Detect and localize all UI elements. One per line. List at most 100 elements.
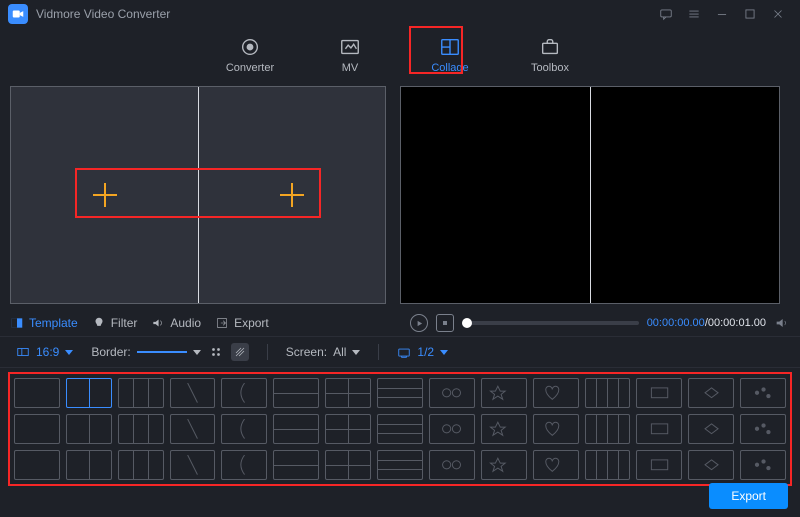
border-label: Border: — [91, 345, 130, 359]
preview-pane — [400, 86, 780, 304]
template-thumbnail[interactable] — [481, 414, 527, 444]
minimize-icon[interactable] — [708, 3, 736, 25]
template-thumbnail[interactable] — [66, 414, 112, 444]
seek-handle[interactable] — [462, 318, 472, 328]
topnav-mv[interactable]: MV — [320, 32, 380, 78]
template-thumbnail[interactable] — [533, 414, 579, 444]
template-thumbnail[interactable] — [377, 450, 423, 480]
tab-label: Filter — [111, 316, 138, 330]
template-thumbnail[interactable] — [740, 414, 786, 444]
chevron-down-icon — [440, 350, 448, 355]
template-thumbnail[interactable] — [636, 450, 682, 480]
export-button[interactable]: Export — [709, 483, 788, 509]
midbar: Template Filter Audio Export 00:00:00.00… — [0, 310, 800, 336]
template-thumbnail[interactable] — [221, 378, 267, 408]
close-icon[interactable] — [764, 3, 792, 25]
template-thumbnail[interactable] — [585, 450, 631, 480]
template-grid-container — [8, 372, 792, 486]
playbar: 00:00:00.00/00:00:01.00 — [410, 314, 790, 332]
page-value: 1/2 — [417, 345, 434, 359]
template-thumbnail[interactable] — [377, 414, 423, 444]
play-button[interactable] — [410, 314, 428, 332]
template-thumbnail[interactable] — [325, 378, 371, 408]
template-thumbnail[interactable] — [325, 450, 371, 480]
chevron-down-icon — [352, 350, 360, 355]
template-thumbnail[interactable] — [688, 378, 734, 408]
template-thumbnail[interactable] — [377, 378, 423, 408]
tab-template[interactable]: Template — [10, 316, 78, 330]
plus-icon — [278, 181, 306, 209]
template-thumbnail[interactable] — [118, 378, 164, 408]
template-thumbnail[interactable] — [118, 450, 164, 480]
template-thumbnail[interactable] — [66, 450, 112, 480]
border-style-preview[interactable] — [137, 351, 187, 353]
tab-audio[interactable]: Audio — [151, 316, 201, 330]
border-pattern-button[interactable] — [231, 343, 249, 361]
midtabs: Template Filter Audio Export — [10, 316, 269, 330]
template-thumbnail[interactable] — [429, 378, 475, 408]
template-thumbnail[interactable] — [585, 378, 631, 408]
template-thumbnail[interactable] — [118, 414, 164, 444]
stop-button[interactable] — [436, 314, 454, 332]
template-thumbnail[interactable] — [636, 378, 682, 408]
menu-icon[interactable] — [680, 3, 708, 25]
collage-cell-left[interactable] — [11, 87, 198, 303]
template-thumbnail[interactable] — [66, 378, 112, 408]
settings-bar: 16:9 Border: Screen: All 1/2 — [0, 336, 800, 368]
template-thumbnail[interactable] — [273, 378, 319, 408]
plus-icon — [91, 181, 119, 209]
border-color-picker[interactable] — [207, 343, 225, 361]
topnav-toolbox[interactable]: Toolbox — [520, 32, 580, 78]
tab-export[interactable]: Export — [215, 316, 269, 330]
template-thumbnail[interactable] — [273, 450, 319, 480]
feedback-icon[interactable] — [652, 3, 680, 25]
template-thumbnail[interactable] — [636, 414, 682, 444]
template-thumbnail[interactable] — [273, 414, 319, 444]
screen-value: All — [333, 345, 346, 359]
maximize-icon[interactable] — [736, 3, 764, 25]
aspect-ratio-value: 16:9 — [36, 345, 59, 359]
tab-label: Audio — [170, 316, 201, 330]
topnav-collage[interactable]: Collage — [420, 32, 480, 78]
template-thumbnail[interactable] — [740, 450, 786, 480]
timecode: 00:00:00.00/00:00:01.00 — [647, 317, 766, 329]
template-thumbnail[interactable] — [688, 414, 734, 444]
template-thumbnail[interactable] — [170, 414, 216, 444]
seek-bar[interactable] — [462, 321, 639, 325]
template-thumbnail[interactable] — [533, 378, 579, 408]
template-thumbnail[interactable] — [221, 414, 267, 444]
template-thumbnail[interactable] — [221, 450, 267, 480]
tab-label: Export — [234, 316, 269, 330]
app-logo — [8, 4, 28, 24]
template-thumbnail[interactable] — [429, 414, 475, 444]
template-thumbnail[interactable] — [14, 450, 60, 480]
titlebar: Vidmore Video Converter — [0, 0, 800, 28]
preview-divider — [590, 87, 591, 303]
aspect-ratio-select[interactable]: 16:9 — [16, 345, 73, 359]
chevron-down-icon[interactable] — [193, 350, 201, 355]
template-thumbnail[interactable] — [170, 450, 216, 480]
template-thumbnail[interactable] — [533, 450, 579, 480]
volume-icon[interactable] — [774, 315, 790, 331]
template-thumbnail[interactable] — [14, 414, 60, 444]
divider — [378, 344, 379, 360]
topnav-converter[interactable]: Converter — [220, 32, 280, 78]
template-thumbnail[interactable] — [481, 378, 527, 408]
template-thumbnail[interactable] — [325, 414, 371, 444]
tab-label: Template — [29, 316, 78, 330]
border-setting: Border: — [91, 343, 248, 361]
screen-select[interactable]: Screen: All — [286, 345, 361, 359]
tab-filter[interactable]: Filter — [92, 316, 138, 330]
template-thumbnail[interactable] — [688, 450, 734, 480]
page-select[interactable]: 1/2 — [397, 345, 448, 359]
template-thumbnail[interactable] — [585, 414, 631, 444]
template-thumbnail[interactable] — [170, 378, 216, 408]
topnav-label: Toolbox — [531, 62, 569, 74]
topnav-label: MV — [342, 62, 359, 74]
template-thumbnail[interactable] — [14, 378, 60, 408]
template-thumbnail[interactable] — [740, 378, 786, 408]
collage-cell-right[interactable] — [198, 87, 385, 303]
template-thumbnail[interactable] — [481, 450, 527, 480]
topnav: Converter MV Collage Toolbox — [0, 28, 800, 86]
template-thumbnail[interactable] — [429, 450, 475, 480]
